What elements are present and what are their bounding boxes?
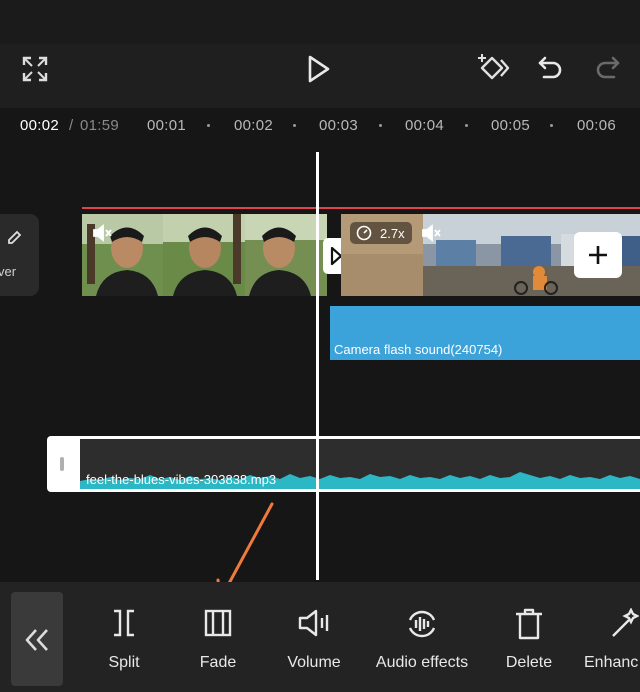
- video-thumbnail: [163, 214, 245, 296]
- delete-tool[interactable]: Delete: [498, 604, 560, 674]
- audio-effects-tool[interactable]: Audio effects: [366, 604, 478, 674]
- audio-track-clip[interactable]: feel-the-blues-vibes-303838.mp3: [47, 436, 640, 492]
- selection-line: [82, 207, 640, 209]
- ruler-dot: [465, 124, 468, 127]
- speed-badge: 2.7x: [350, 222, 412, 244]
- playhead[interactable]: [316, 152, 319, 580]
- collapse-toolbar-button[interactable]: [11, 592, 63, 686]
- cover-button[interactable]: ver: [0, 214, 39, 296]
- ruler-dot: [379, 124, 382, 127]
- audio-effects-label: Audio effects: [375, 654, 469, 671]
- redo-icon[interactable]: [594, 54, 622, 82]
- split-icon: [114, 609, 134, 637]
- trash-icon: [516, 608, 542, 640]
- video-thumbnail: [245, 214, 327, 296]
- undo-icon[interactable]: [536, 54, 564, 82]
- volume-label: Volume: [287, 654, 341, 671]
- audio-track-label: feel-the-blues-vibes-303838.mp3: [86, 472, 277, 487]
- speed-icon: [356, 225, 372, 246]
- cover-label: ver: [0, 264, 17, 279]
- split-tool[interactable]: Split: [98, 604, 150, 674]
- ruler-dot: [550, 124, 553, 127]
- ruler-tick: 00:02: [234, 117, 274, 134]
- player-control-bar: [0, 44, 640, 108]
- double-chevron-left-icon: [24, 628, 50, 657]
- volume-icon: [298, 609, 329, 637]
- ruler-dot: [293, 124, 296, 127]
- ruler-tick: 00:04: [405, 117, 445, 134]
- total-time: 01:59: [80, 117, 120, 134]
- enhance-label: Enhanc: [584, 654, 639, 671]
- enhance-tool[interactable]: Enhanc: [584, 604, 640, 674]
- fullscreen-icon[interactable]: [22, 56, 48, 82]
- time-separator: /: [69, 117, 74, 134]
- ruler-dot: [207, 124, 210, 127]
- status-area: [0, 0, 640, 44]
- current-time: 00:02: [20, 117, 60, 134]
- split-label: Split: [108, 654, 140, 671]
- volume-tool[interactable]: Volume: [280, 604, 348, 674]
- mute-icon[interactable]: [92, 224, 112, 247]
- plus-icon: [587, 244, 609, 271]
- effect-track-clip[interactable]: Camera flash sound(240754): [330, 306, 640, 360]
- fade-label: Fade: [199, 654, 237, 671]
- audio-trim-handle[interactable]: [47, 436, 80, 492]
- speed-value: 2.7x: [380, 226, 405, 241]
- ruler-tick: 00:06: [577, 117, 617, 134]
- fade-icon: [204, 609, 232, 637]
- effect-track-label: Camera flash sound(240754): [334, 342, 503, 357]
- ruler-tick: 00:03: [319, 117, 359, 134]
- edit-icon: [6, 230, 22, 251]
- delete-label: Delete: [505, 654, 553, 671]
- ruler-tick: 00:01: [147, 117, 187, 134]
- ruler-tick: 00:05: [491, 117, 531, 134]
- add-clip-button[interactable]: [574, 232, 622, 278]
- play-icon[interactable]: [306, 54, 332, 84]
- mute-icon[interactable]: [421, 224, 441, 247]
- keyframe-icon[interactable]: [476, 52, 512, 84]
- audio-effects-icon: [408, 610, 436, 638]
- fade-tool[interactable]: Fade: [190, 604, 246, 674]
- magic-wand-icon: [612, 608, 639, 637]
